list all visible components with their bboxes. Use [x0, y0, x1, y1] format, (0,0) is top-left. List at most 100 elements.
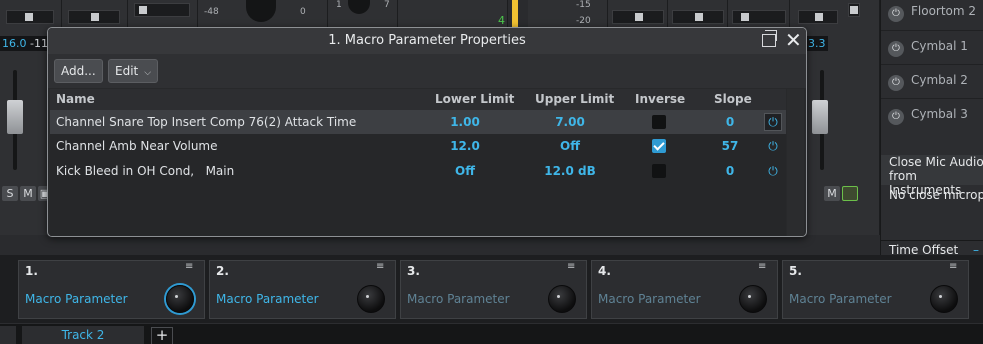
pan-slider[interactable] — [134, 3, 190, 17]
divider — [881, 64, 983, 65]
macro-slot[interactable]: 3. ≡ Macro Parameter — [400, 260, 587, 319]
macro-number: 1. — [25, 264, 38, 278]
dialog-toolbar: Add... Edit ⌵ — [48, 54, 806, 88]
slope-value[interactable]: 0 — [720, 110, 740, 134]
close-icon[interactable]: ✕ — [785, 29, 802, 51]
vertical-scrollbar[interactable] — [787, 89, 804, 236]
table-row[interactable]: Channel Snare Top Insert Comp 76(2) Atta… — [50, 110, 786, 134]
upper-limit-value[interactable]: Off — [540, 134, 600, 158]
divider — [881, 30, 983, 31]
pan-slider[interactable] — [68, 10, 120, 24]
power-icon[interactable]: ⏻ — [888, 6, 904, 22]
power-icon[interactable]: ⏻ — [764, 113, 782, 131]
volume-fader[interactable] — [812, 100, 828, 134]
instrument-label: Cymbal 1 — [911, 39, 968, 53]
power-icon[interactable]: ⏻ — [888, 41, 904, 57]
macro-label[interactable]: Macro Parameter — [789, 292, 892, 306]
macro-knob[interactable] — [357, 285, 385, 313]
add-tab-button[interactable]: + — [151, 327, 173, 344]
edit-menu-button[interactable]: Edit ⌵ — [108, 59, 159, 83]
solo-button[interactable]: S — [2, 186, 18, 201]
macro-properties-dialog: 1. Macro Parameter Properties ✕ Add... E… — [47, 27, 807, 237]
parameter-name: Channel Amb Near Volume — [56, 139, 218, 153]
knob-mark: 0 — [300, 7, 306, 17]
table-row[interactable]: Kick Bleed in OH Cond, Main Off 12.0 dB … — [50, 159, 786, 183]
mute-button[interactable]: M — [824, 186, 840, 201]
column-name[interactable]: Name — [56, 89, 95, 110]
menu-icon[interactable]: ≡ — [185, 262, 199, 272]
power-icon[interactable]: ⏻ — [765, 163, 781, 179]
upper-limit-value[interactable]: 7.00 — [540, 110, 600, 134]
edit-button-label: Edit — [115, 64, 139, 78]
macro-knob[interactable] — [930, 285, 958, 313]
menu-icon[interactable]: ≡ — [567, 262, 581, 272]
lower-limit-value[interactable]: 1.00 — [435, 110, 495, 134]
macro-label[interactable]: Macro Parameter — [25, 292, 128, 306]
channel-knob[interactable] — [348, 0, 370, 14]
instrument-label: Cymbal 2 — [911, 73, 968, 87]
lower-limit-value[interactable]: Off — [435, 159, 495, 183]
menu-icon[interactable]: ≡ — [758, 262, 772, 272]
macro-number: 2. — [216, 264, 229, 278]
pan-slider[interactable] — [612, 10, 664, 24]
macro-label[interactable]: Macro Parameter — [407, 292, 510, 306]
menu-icon[interactable]: ≡ — [376, 262, 390, 272]
instrument-item[interactable]: ⏻ Floortom 2 — [881, 0, 983, 34]
parameter-name: Kick Bleed in OH Cond, Main — [56, 164, 235, 178]
slope-value[interactable]: 57 — [720, 134, 740, 158]
restore-icon[interactable] — [762, 30, 777, 47]
volume-readout: 3.3 — [806, 36, 828, 51]
add-button[interactable]: Add... — [54, 59, 103, 83]
macro-knob[interactable] — [166, 285, 194, 313]
macro-slot[interactable]: 5. ≡ Macro Parameter — [782, 260, 969, 319]
meter-value: 4 — [498, 14, 505, 27]
macro-label[interactable]: Macro Parameter — [598, 292, 701, 306]
dialog-title: 1. Macro Parameter Properties — [48, 28, 806, 54]
meter-scale: -15 — [576, 0, 591, 10]
knob-mark: 7 — [384, 0, 390, 10]
tab-track-2[interactable]: Track 2 — [22, 326, 144, 344]
parameter-table: Name Lower Limit Upper Limit Inverse Slo… — [50, 89, 786, 236]
pan-slider[interactable] — [6, 10, 54, 24]
inverse-checkbox[interactable] — [652, 139, 666, 153]
lower-limit-value[interactable]: 12.0 — [435, 134, 495, 158]
tab-previous[interactable] — [0, 326, 16, 344]
column-upper-limit[interactable]: Upper Limit — [535, 89, 614, 110]
macro-knob[interactable] — [548, 285, 576, 313]
add-button-label: Add... — [61, 64, 96, 78]
macro-slot[interactable]: 4. ≡ Macro Parameter — [591, 260, 778, 319]
power-icon[interactable]: ⏻ — [888, 109, 904, 125]
menu-icon[interactable]: ≡ — [949, 262, 963, 272]
divider — [881, 98, 983, 99]
macro-number: 4. — [598, 264, 611, 278]
chevron-down-icon: ⌵ — [144, 68, 152, 78]
macro-slot[interactable]: 1. ≡ Macro Parameter — [18, 260, 205, 319]
slope-value[interactable]: 0 — [720, 159, 740, 183]
pan-slider[interactable] — [672, 10, 724, 24]
mute-button[interactable]: M — [20, 186, 36, 201]
pan-slider[interactable] — [798, 10, 838, 24]
instrument-item[interactable]: ⏻ Cymbal 3 — [881, 103, 983, 137]
record-button[interactable] — [842, 186, 858, 201]
upper-limit-value[interactable]: 12.0 dB — [540, 159, 600, 183]
channel-knob[interactable] — [246, 0, 276, 22]
macro-label[interactable]: Macro Parameter — [216, 292, 319, 306]
column-inverse[interactable]: Inverse — [635, 89, 685, 110]
power-icon[interactable]: ⏻ — [888, 75, 904, 91]
tab-bar: Track 2 + — [0, 323, 983, 344]
inverse-checkbox[interactable] — [652, 115, 666, 129]
pan-slider[interactable] — [848, 3, 860, 17]
instrument-label: Floortom 2 — [911, 4, 977, 18]
power-icon[interactable]: ⏻ — [765, 138, 781, 154]
column-slope[interactable]: Slope — [714, 89, 752, 110]
column-lower-limit[interactable]: Lower Limit — [435, 89, 514, 110]
knob-mark: -48 — [204, 7, 219, 17]
macro-slot[interactable]: 2. ≡ Macro Parameter — [209, 260, 396, 319]
inverse-checkbox[interactable] — [652, 164, 666, 178]
macro-knob[interactable] — [739, 285, 767, 313]
table-row[interactable]: Channel Amb Near Volume 12.0 Off 57 ⏻ — [50, 134, 786, 158]
macro-strip: 1. ≡ Macro Parameter 2. ≡ Macro Paramete… — [0, 255, 983, 323]
pan-slider[interactable] — [732, 10, 786, 24]
table-header: Name Lower Limit Upper Limit Inverse Slo… — [50, 89, 786, 110]
volume-fader[interactable] — [7, 100, 23, 134]
